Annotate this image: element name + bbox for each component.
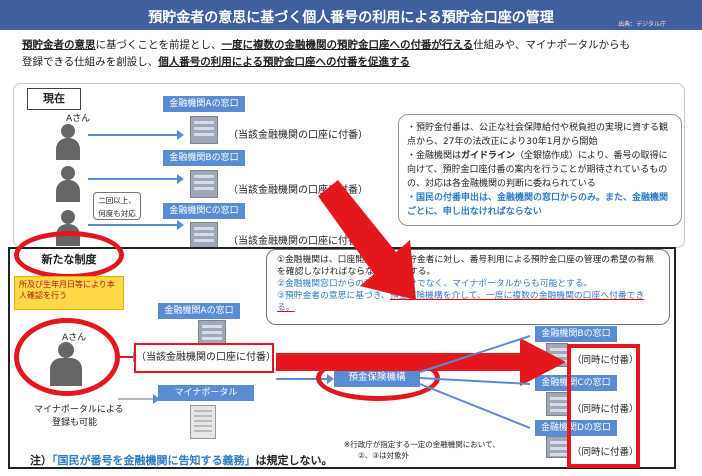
dic-to-bank-d-line bbox=[419, 383, 531, 429]
dic-to-bank-c-line bbox=[419, 377, 531, 385]
footer-note: 注）「国民が番号を金融機関に告知する義務」は規定しない。 bbox=[30, 452, 333, 468]
footer-suffix: は規定しない。 bbox=[255, 454, 333, 467]
diagonal-red-arrow bbox=[318, 180, 416, 300]
footer-quote: 「国民が番号を金融機関に告知する義務」 bbox=[52, 454, 256, 467]
footer-prefix: 注） bbox=[30, 454, 52, 467]
small-note-line1: ※行政庁が指定する一定の金融機関において、 bbox=[344, 440, 500, 449]
small-note: ※行政庁が指定する一定の金融機関において、 ②、③は対象外 bbox=[344, 439, 500, 461]
small-note-line2: ②、③は対象外 bbox=[358, 451, 409, 460]
emphasis-arrows bbox=[276, 180, 566, 429]
